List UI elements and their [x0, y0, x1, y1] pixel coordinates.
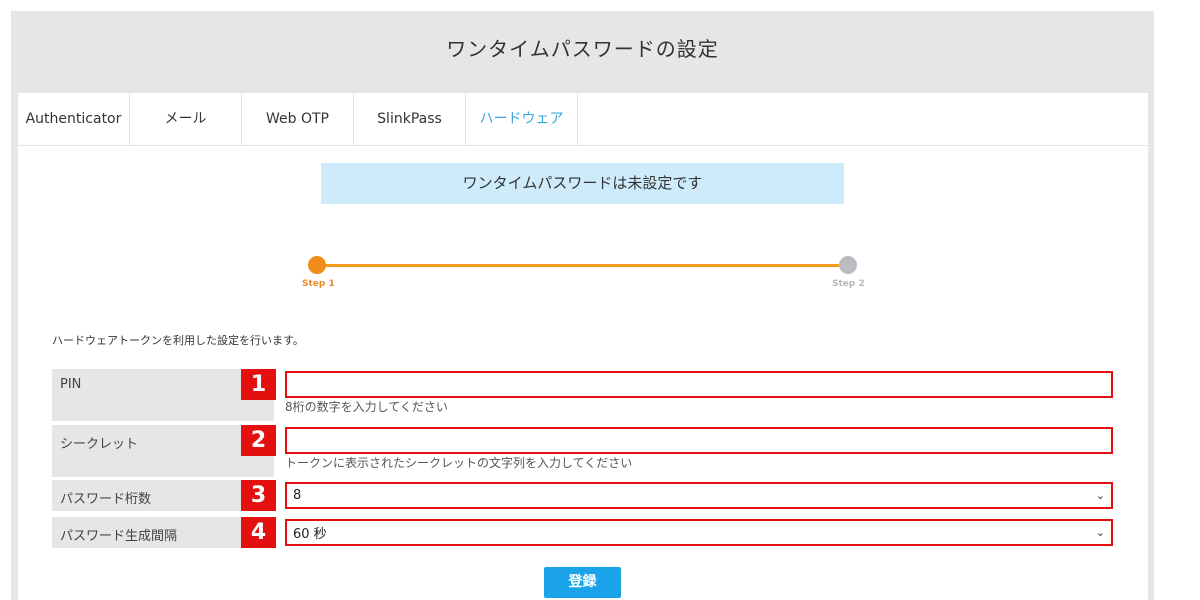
- secret-input[interactable]: [285, 427, 1113, 454]
- pin-hint: 8桁の数字を入力してください: [285, 400, 448, 414]
- chevron-down-icon: ⌄: [1095, 526, 1105, 539]
- annotation-badge-3: 3: [241, 480, 276, 511]
- page-title: ワンタイムパスワードの設定: [446, 37, 719, 61]
- step-1-label: Step 1: [302, 279, 335, 289]
- secret-hint: トークンに表示されたシークレットの文字列を入力してください: [285, 456, 633, 470]
- interval-select[interactable]: 60 秒 ⌄: [285, 519, 1113, 546]
- register-button[interactable]: 登録: [544, 567, 621, 598]
- interval-select-value: 60 秒: [293, 527, 327, 542]
- form-row-interval: パスワード生成間隔 4 60 秒 ⌄: [52, 517, 1132, 548]
- step-2-label: Step 2: [832, 279, 865, 289]
- intro-text: ハードウェアトークンを利用した設定を行います。: [52, 334, 304, 347]
- annotation-badge-1: 1: [241, 369, 276, 400]
- settings-frame: ワンタイムパスワードの設定 Authenticator メール Web OTP …: [11, 11, 1154, 600]
- form-row-secret: シークレット 2 トークンに表示されたシークレットの文字列を入力してください: [52, 425, 1132, 477]
- form-row-pin: PIN 1 8桁の数字を入力してください: [52, 369, 1132, 421]
- annotation-badge-2: 2: [241, 425, 276, 456]
- stepper: Step 1 Step 2: [18, 93, 1148, 313]
- digits-select[interactable]: 8 ⌄: [285, 482, 1113, 509]
- step-2-indicator: [839, 256, 857, 274]
- digits-select-value: 8: [293, 488, 302, 503]
- annotation-badge-4: 4: [241, 517, 276, 548]
- step-1-indicator: [308, 256, 326, 274]
- pin-input[interactable]: [285, 371, 1113, 398]
- stepper-line: [317, 264, 848, 267]
- chevron-down-icon: ⌄: [1095, 489, 1105, 502]
- form-row-digits: パスワード桁数 3 8 ⌄: [52, 480, 1132, 511]
- settings-panel: Authenticator メール Web OTP SlinkPass ハードウ…: [18, 93, 1148, 600]
